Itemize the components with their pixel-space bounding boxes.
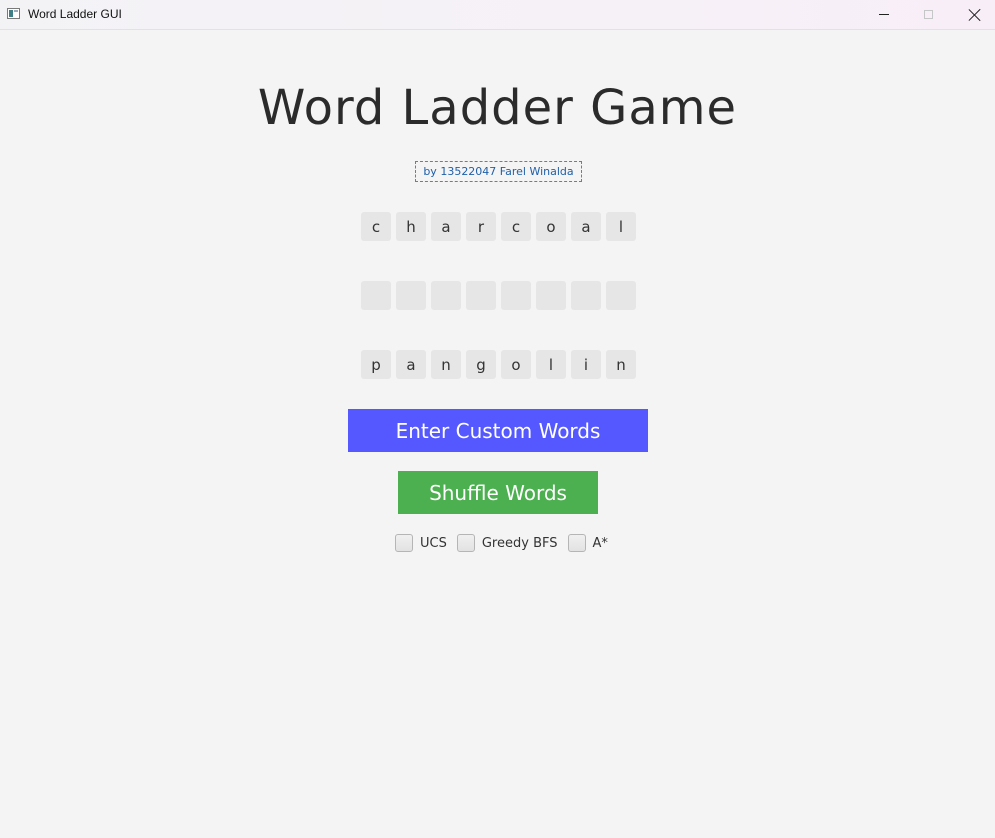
letter-tile (536, 281, 566, 310)
algo-option-greedy-bfs[interactable]: Greedy BFS (456, 534, 558, 552)
maximize-button[interactable] (906, 0, 951, 29)
ucs-label: UCS (420, 535, 447, 551)
letter-tile (606, 281, 636, 310)
letter-tile: g (466, 350, 496, 379)
start-word-row: c h a r c o a l (361, 212, 636, 241)
greedy-bfs-checkbox[interactable] (456, 534, 475, 552)
minimize-icon (878, 14, 889, 15)
end-word-row: p a n g o l i n (361, 350, 636, 379)
enter-custom-words-button[interactable]: Enter Custom Words (348, 409, 648, 452)
algorithm-options: UCS Greedy BFS A* (395, 533, 618, 553)
letter-tile (361, 281, 391, 310)
letter-tile: a (571, 212, 601, 241)
letter-tile: h (396, 212, 426, 241)
letter-tile: o (501, 350, 531, 379)
app-window-icon (7, 8, 20, 19)
middle-word-row (361, 281, 636, 310)
algo-option-astar[interactable]: A* (567, 534, 608, 552)
window-title: Word Ladder GUI (28, 7, 122, 21)
author-link[interactable]: by 13522047 Farel Winalda (415, 161, 582, 182)
letter-tile: l (536, 350, 566, 379)
page-title: Word Ladder Game (257, 80, 738, 136)
letter-tile: r (466, 212, 496, 241)
title-bar[interactable]: Word Ladder GUI (0, 0, 995, 30)
astar-checkbox[interactable] (567, 534, 586, 552)
close-button[interactable] (952, 0, 995, 29)
letter-tile: a (431, 212, 461, 241)
letter-tile: c (501, 212, 531, 241)
maximize-icon (924, 10, 933, 19)
letter-tile (431, 281, 461, 310)
greedy-bfs-label: Greedy BFS (481, 535, 558, 551)
letter-tile (501, 281, 531, 310)
app-window: Word Ladder GUI Word Ladder Game by 1352… (0, 0, 995, 838)
letter-tile: l (606, 212, 636, 241)
astar-label: A* (592, 535, 608, 551)
algo-option-ucs[interactable]: UCS (395, 534, 447, 552)
letter-tile: a (396, 350, 426, 379)
shuffle-words-button[interactable]: Shuffle Words (398, 471, 598, 514)
letter-tile: c (361, 212, 391, 241)
letter-tile (466, 281, 496, 310)
letter-tile: o (536, 212, 566, 241)
close-icon (969, 9, 981, 21)
letter-tile (396, 281, 426, 310)
letter-tile: n (431, 350, 461, 379)
letter-tile: p (361, 350, 391, 379)
letter-tile: n (606, 350, 636, 379)
minimize-button[interactable] (861, 0, 906, 29)
ucs-checkbox[interactable] (395, 534, 413, 552)
letter-tile: i (571, 350, 601, 379)
letter-tile (571, 281, 601, 310)
